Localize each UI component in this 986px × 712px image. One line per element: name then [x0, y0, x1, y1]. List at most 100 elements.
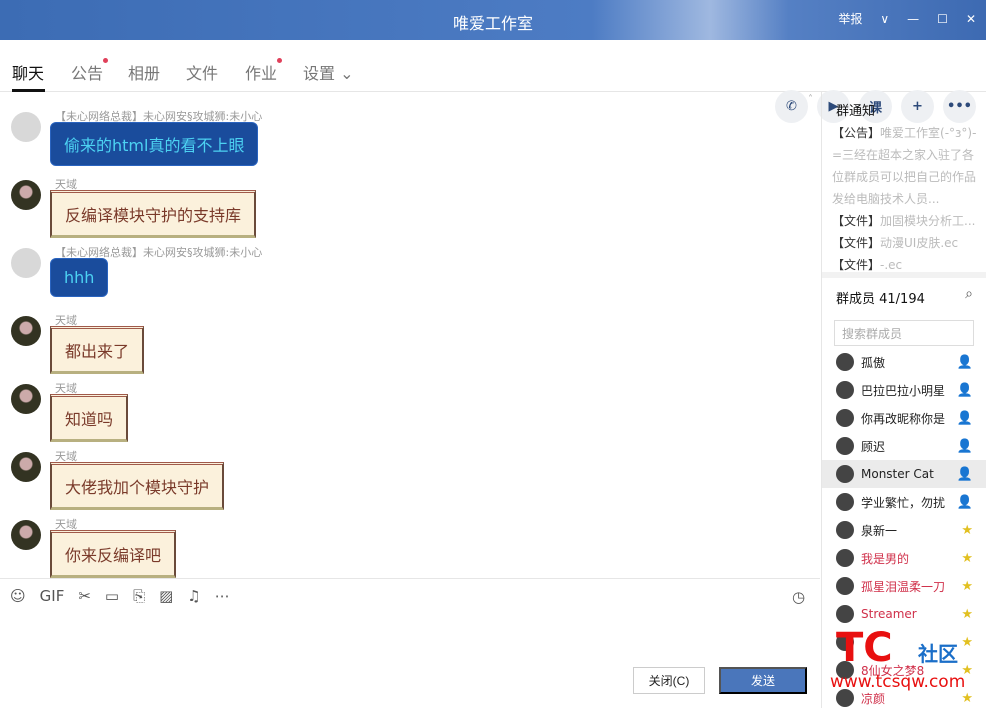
notice-item[interactable]: 【文件】加固模块分析工... [832, 210, 982, 232]
chevron-down-icon[interactable]: ∨ [880, 12, 889, 26]
right-panel: 群通知 【公告】唯爱工作室(-°з°)-=三经在超本之家入驻了各位群成员可以把自… [821, 92, 986, 708]
message-bubble: 大佬我加个模块守护 [50, 462, 225, 510]
watermark-cn: 社区 [918, 642, 958, 666]
member-search-input[interactable]: 搜索群成员 [834, 320, 974, 346]
watermark-url: www.tcsqw.com [830, 672, 966, 692]
send-button[interactable]: 发送 [719, 667, 807, 694]
member-badge-icon: 👤 [956, 494, 973, 510]
message-bubble: 偷来的html真的看不上眼 [50, 122, 259, 166]
member-avatar [836, 577, 854, 595]
member-badge-icon: ★ [961, 690, 973, 706]
member-name: 你再改昵称你是 [861, 411, 946, 426]
avatar[interactable] [11, 452, 41, 482]
message-bubble: 知道吗 [50, 394, 129, 442]
notice-text: -.ec [880, 258, 903, 272]
maximize-icon[interactable]: ☐ [937, 12, 948, 26]
notice-text: 加固模块分析工... [880, 214, 976, 228]
avatar[interactable] [11, 384, 41, 414]
member-avatar [836, 549, 854, 567]
member-item[interactable]: 你再改昵称你是 👤 [822, 404, 986, 432]
member-badge-icon: 👤 [956, 382, 973, 398]
member-name: 孤傲 [861, 355, 886, 370]
tab-bar: 聊天 公告 相册 文件 作业 设置 ⌄ ✆ ▶ 课 + ••• [0, 40, 986, 123]
tab-label: 设置 ⌄ [303, 64, 354, 83]
avatar[interactable] [11, 112, 41, 142]
member-name: 学业繁忙，勿扰 [861, 495, 946, 510]
member-badge-icon: 👤 [956, 438, 973, 454]
member-item[interactable]: 学业繁忙，勿扰 👤 [822, 488, 986, 516]
close-icon[interactable]: ✕ [966, 12, 976, 26]
member-avatar [836, 353, 854, 371]
close-button[interactable]: 关闭(C) [633, 667, 705, 694]
message: 天域 都出来了 [0, 308, 820, 376]
scroll-up-icon[interactable]: ˄ [808, 94, 818, 105]
message: 【未心网络总裁】未心网安§攻城狮:未小心 偷来的html真的看不上眼 [0, 104, 820, 172]
member-name: Streamer [861, 607, 917, 621]
message: 天域 大佬我加个模块守护 [0, 444, 820, 512]
member-badge-icon: ★ [961, 606, 973, 622]
tab-2[interactable]: 相册 [128, 60, 160, 84]
member-badge-icon: ★ [961, 550, 973, 566]
tab-4[interactable]: 作业 [245, 58, 283, 84]
avatar[interactable] [11, 180, 41, 210]
chat-messages: 【未心网络总裁】未心网安§攻城狮:未小心 偷来的html真的看不上眼 天域 反编译模块… [0, 92, 820, 578]
input-toolbar: ☺ GIF ✂ ▭ ⎘ ▨ ♫ ⋯ [0, 578, 820, 616]
notice-tag: 【文件】 [832, 236, 881, 250]
member-name: 凉颜 [861, 691, 886, 706]
tab-1[interactable]: 公告 [71, 58, 109, 84]
member-item[interactable]: 孤傲 👤 [822, 348, 986, 376]
message-bubble: 都出来了 [50, 326, 145, 374]
notice-item[interactable]: 【公告】唯爱工作室(-°з°)-=三经在超本之家入驻了各位群成员可以把自己的作品… [832, 122, 982, 210]
bell-icon[interactable]: ♫ [187, 587, 200, 608]
history-clock-icon[interactable]: ◷ [792, 588, 805, 606]
member-badge-icon: ★ [961, 522, 973, 538]
emoji-icon[interactable]: ☺ [10, 587, 26, 608]
avatar[interactable] [11, 316, 41, 346]
gif-icon[interactable]: GIF [40, 587, 65, 608]
member-name: 孤星泪温柔一刀 [861, 579, 946, 594]
tab-0[interactable]: 聊天 [12, 60, 44, 84]
notice-title: 群通知 [836, 104, 876, 119]
member-name: 巴拉巴拉小明星 [861, 383, 946, 398]
message-bubble: 你来反编译吧 [50, 530, 177, 578]
member-name: 泉新一 [861, 523, 898, 538]
member-name: 我是男的 [861, 551, 910, 566]
screenshot-icon[interactable]: ✂ [78, 587, 91, 608]
tab-5[interactable]: 设置 ⌄ [303, 60, 354, 84]
search-icon[interactable]: ⌕ [965, 286, 973, 302]
member-item[interactable]: Streamer ★ [822, 600, 986, 628]
tab-label: 相册 [128, 64, 161, 83]
image-icon[interactable]: ▨ [159, 587, 173, 608]
folder-icon[interactable]: ▭ [105, 587, 119, 608]
doc-icon[interactable]: ⎘ [133, 587, 145, 608]
message: 天域 知道吗 [0, 376, 820, 444]
member-item[interactable]: 泉新一 ★ [822, 516, 986, 544]
more-icon[interactable]: ⋯ [215, 587, 230, 608]
members-title: 群成员 41/194 [836, 292, 925, 307]
tab-label: 聊天 [12, 64, 45, 83]
title-bar: 唯爱工作室 举报 ∨ — ☐ ✕ [0, 0, 986, 40]
member-badge-icon: 👤 [956, 466, 973, 482]
member-badge-icon: ★ [961, 578, 973, 594]
tab-3[interactable]: 文件 [186, 60, 218, 84]
notification-dot [277, 58, 283, 63]
report-button[interactable]: 举报 [838, 10, 862, 27]
member-item[interactable]: 我是男的 ★ [822, 544, 986, 572]
message-bubble: hhh [50, 258, 109, 297]
member-item[interactable]: 孤星泪温柔一刀 ★ [822, 572, 986, 600]
tab-label: 公告 [71, 64, 104, 83]
member-avatar [836, 465, 854, 483]
tab-label: 作业 [245, 64, 278, 83]
member-item[interactable]: Monster Cat 👤 [822, 460, 986, 488]
notice-tag: 【文件】 [832, 214, 881, 228]
member-item[interactable]: 巴拉巴拉小明星 👤 [822, 376, 986, 404]
avatar[interactable] [11, 248, 41, 278]
member-name: Monster Cat [861, 467, 934, 481]
minimize-icon[interactable]: — [907, 12, 919, 26]
member-item[interactable]: 顾迟 👤 [822, 432, 986, 460]
notification-dot [103, 58, 109, 63]
notice-text: 动漫UI皮肤.ec [880, 236, 959, 250]
avatar[interactable] [11, 520, 41, 550]
member-badge-icon: 👤 [956, 354, 973, 370]
notice-item[interactable]: 【文件】动漫UI皮肤.ec [832, 232, 982, 254]
